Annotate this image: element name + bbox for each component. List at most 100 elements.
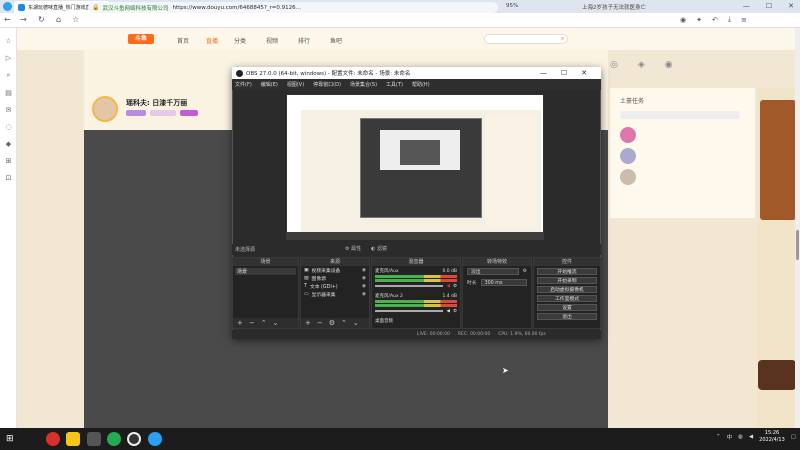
close-icon[interactable]: ✕ <box>581 69 587 77</box>
transition-select[interactable]: 淡出 <box>467 268 519 275</box>
nav-live[interactable]: 直播 <box>206 36 218 45</box>
sidebar-cart-icon[interactable]: ⊞ <box>0 157 17 165</box>
scrollbar-thumb[interactable] <box>796 230 799 260</box>
sidebar-mail-icon[interactable]: ✉ <box>0 106 17 114</box>
promo-character[interactable] <box>758 360 796 390</box>
menu-icon[interactable]: ≡ <box>741 16 747 24</box>
download-icon[interactable]: ⤓ <box>728 15 731 24</box>
sidebar-chat-icon[interactable]: ◌ <box>0 123 17 131</box>
zoom-level[interactable]: 95% <box>506 3 518 9</box>
properties-button[interactable]: ⚙ 属性 <box>345 245 361 252</box>
start-recording-button[interactable]: 开始录制 <box>537 277 597 284</box>
fan-avatar[interactable] <box>620 148 636 164</box>
sidebar-star-icon[interactable]: ☆ <box>0 37 17 45</box>
page-scrollbar[interactable] <box>795 28 800 428</box>
filters-button[interactable]: ◐ 滤镜 <box>371 245 387 252</box>
menu-docks[interactable]: 停靠窗口(D) <box>313 81 341 88</box>
puzzle-icon[interactable]: ✦ <box>696 16 702 24</box>
volume-slider[interactable] <box>375 310 444 312</box>
menu-tools[interactable]: 工具(T) <box>386 81 403 88</box>
move-up-icon[interactable]: ⌃ <box>261 319 267 327</box>
taskbar-app-icon[interactable] <box>107 432 121 446</box>
menu-scene-collection[interactable]: 场景集合(S) <box>350 81 377 88</box>
maximize-icon[interactable]: ☐ <box>561 69 567 77</box>
sidebar-search-icon[interactable]: ⌕ <box>0 71 17 80</box>
star-icon[interactable]: ☆ <box>72 15 79 24</box>
remove-icon[interactable]: − <box>317 319 323 327</box>
back-icon[interactable]: ← <box>4 15 11 24</box>
extension-icon[interactable]: ◉ <box>680 16 686 24</box>
move-down-icon[interactable]: ⌄ <box>273 319 279 327</box>
menu-help[interactable]: 帮助(H) <box>412 81 430 88</box>
eye-icon[interactable]: ◉ <box>362 276 366 281</box>
douyu-search-input[interactable] <box>484 34 568 44</box>
virtual-camera-button[interactable]: 启动虚拟摄像机 <box>537 286 597 293</box>
address-bar[interactable]: 🔒 武汉斗鱼网络科技有限公司 https://www.douyu.com/646… <box>88 2 498 13</box>
gear-icon[interactable]: ⚙ <box>523 269 527 274</box>
hot-news-ticker[interactable]: 上海2岁孩子无法就医身亡 <box>582 3 646 11</box>
eye-icon[interactable]: ◉ <box>362 268 366 273</box>
douyu-logo[interactable]: 斗鱼 <box>128 34 154 44</box>
forward-icon[interactable]: → <box>20 15 27 24</box>
gear-icon[interactable]: ⚙ <box>453 284 457 289</box>
notification-icon[interactable]: ▢ <box>791 434 796 440</box>
recharge-icon[interactable]: ◎ <box>610 60 618 70</box>
taskbar-browser-icon[interactable] <box>148 432 162 446</box>
start-streaming-button[interactable]: 开始推流 <box>537 268 597 275</box>
mute-icon[interactable]: ◀ <box>446 284 449 289</box>
anchor-avatar[interactable] <box>92 96 118 122</box>
undo-icon[interactable]: ↶ <box>712 16 718 24</box>
sidebar-video-icon[interactable]: ▷ <box>0 54 17 62</box>
menu-edit[interactable]: 编辑(E) <box>261 81 278 88</box>
source-item[interactable]: T 文本 (GDI+) ◉ <box>301 282 369 290</box>
fan-avatar[interactable] <box>620 127 636 143</box>
taskbar-app-icon[interactable] <box>66 432 80 446</box>
nav-home[interactable]: 首页 <box>177 36 189 45</box>
nav-rank[interactable]: 排行 <box>298 36 310 45</box>
duration-input[interactable]: 300 ms <box>480 279 527 286</box>
message-icon[interactable]: ◉ <box>665 60 673 70</box>
network-icon[interactable]: ◍ <box>738 434 743 440</box>
gear-icon[interactable]: ⚙ <box>453 309 457 314</box>
eye-icon[interactable]: ◉ <box>362 284 366 289</box>
add-icon[interactable]: + <box>305 319 311 327</box>
minimize-icon[interactable]: — <box>540 69 547 77</box>
nav-category[interactable]: 分类 <box>234 36 246 45</box>
source-item[interactable]: ▨ 图像源 ◉ <box>301 274 369 282</box>
volume-icon[interactable]: ◀ <box>749 434 753 440</box>
close-icon[interactable]: ✕ <box>788 2 794 10</box>
menu-file[interactable]: 文件(F) <box>235 81 252 88</box>
task-icon[interactable]: ◈ <box>638 60 645 70</box>
studio-mode-button[interactable]: 工作室模式 <box>537 295 597 302</box>
nav-yuba[interactable]: 鱼吧 <box>330 36 342 45</box>
windows-start-icon[interactable]: ⊞ <box>6 434 14 444</box>
home-icon[interactable]: ⌂ <box>56 15 61 24</box>
move-down-icon[interactable]: ⌄ <box>353 319 359 327</box>
sidebar-apps-icon[interactable]: ⊡ <box>0 174 17 182</box>
ime-indicator[interactable]: 中 <box>727 433 733 441</box>
source-item[interactable]: ▣ 视频采集设备 ◉ <box>301 266 369 274</box>
gear-icon[interactable]: ⚙ <box>329 319 335 327</box>
volume-slider[interactable] <box>375 285 444 287</box>
clock[interactable]: 15:26 2022/4/13 <box>759 430 785 444</box>
settings-button[interactable]: 设置 <box>537 304 597 311</box>
menu-view[interactable]: 视图(V) <box>287 81 304 88</box>
speaker-icon[interactable]: ◀ <box>446 309 449 314</box>
nav-video[interactable]: 视频 <box>266 36 278 45</box>
fan-avatar[interactable] <box>620 169 636 185</box>
move-up-icon[interactable]: ⌃ <box>341 319 347 327</box>
eye-icon[interactable]: ◉ <box>362 292 366 297</box>
taskbar-app-icon[interactable] <box>87 432 101 446</box>
reload-icon[interactable]: ↻ <box>38 15 45 24</box>
sidebar-game-icon[interactable]: ◆ <box>0 140 17 148</box>
promo-banner[interactable] <box>760 100 796 220</box>
taskbar-app-icon[interactable] <box>46 432 60 446</box>
taskbar-obs-icon[interactable] <box>127 432 141 446</box>
maximize-icon[interactable]: ☐ <box>766 2 772 10</box>
remove-icon[interactable]: − <box>249 319 255 327</box>
search-icon[interactable]: ⌕ <box>561 35 564 43</box>
source-item[interactable]: ▭ 显示器采集 ◉ <box>301 290 369 298</box>
add-icon[interactable]: + <box>237 319 243 327</box>
minimize-icon[interactable]: — <box>743 2 750 10</box>
exit-button[interactable]: 退出 <box>537 313 597 320</box>
